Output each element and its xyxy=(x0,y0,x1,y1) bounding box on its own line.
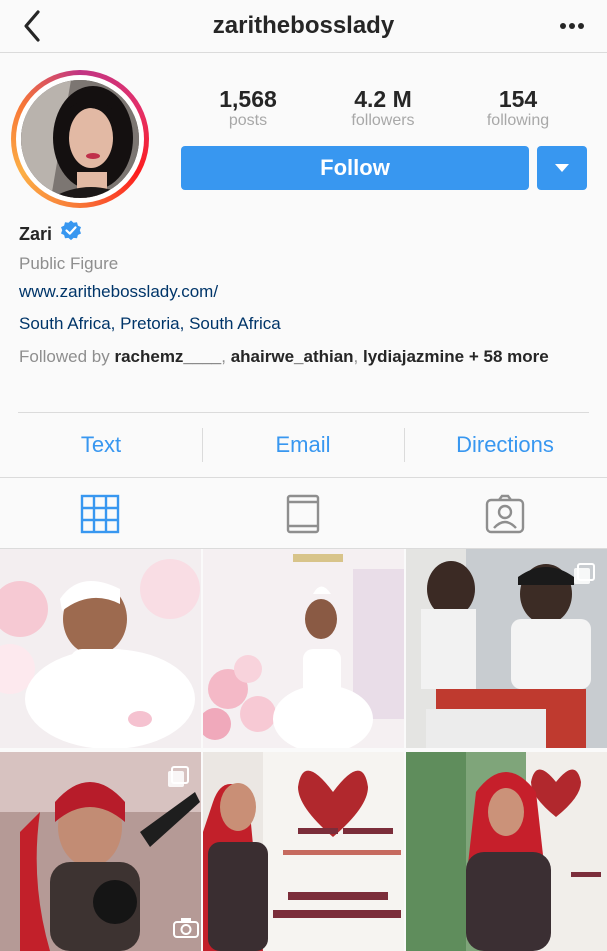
follow-button[interactable]: Follow xyxy=(181,146,529,190)
profile-photo xyxy=(21,80,139,198)
top-bar: zarithebosslady xyxy=(0,0,607,53)
followed-by-text[interactable]: Followed by rachemz____, ahairwe_athian,… xyxy=(19,346,579,368)
divider xyxy=(404,428,405,462)
post-thumbnail[interactable] xyxy=(203,752,404,951)
multiple-photos-icon xyxy=(168,766,189,787)
divider xyxy=(18,412,589,413)
profile-username: zarithebosslady xyxy=(212,12,395,39)
following-count[interactable]: 154 following xyxy=(458,86,578,130)
grid-icon[interactable] xyxy=(80,494,120,534)
igtv-icon[interactable] xyxy=(283,494,323,534)
profile-website-link[interactable]: www.zarithebosslady.com/ xyxy=(19,282,218,302)
divider xyxy=(202,428,203,462)
profile-address[interactable]: South Africa, Pretoria, South Africa xyxy=(19,314,281,334)
post-thumbnail[interactable] xyxy=(406,752,607,951)
post-thumbnail[interactable] xyxy=(0,752,201,951)
camera-icon xyxy=(173,918,199,938)
text-button[interactable]: Text xyxy=(6,432,196,458)
divider xyxy=(0,477,607,478)
post-thumbnail[interactable] xyxy=(203,549,404,748)
profile-name: Zari xyxy=(19,224,53,244)
followers-count[interactable]: 4.2 M followers xyxy=(323,86,443,130)
tagged-icon[interactable] xyxy=(485,494,525,534)
profile-category: Public Figure xyxy=(19,254,119,273)
posts-grid xyxy=(0,549,607,951)
post-thumbnail[interactable] xyxy=(0,549,201,748)
email-button[interactable]: Email xyxy=(208,432,398,458)
chevron-down-icon xyxy=(555,164,569,172)
verified-badge-icon xyxy=(61,220,81,241)
suggestions-dropdown-button[interactable] xyxy=(537,146,587,190)
post-thumbnail[interactable] xyxy=(406,549,607,748)
directions-button[interactable]: Directions xyxy=(410,432,600,458)
avatar[interactable] xyxy=(11,70,149,208)
posts-count[interactable]: 1,568 posts xyxy=(188,86,308,130)
more-options-icon[interactable] xyxy=(559,22,585,30)
multiple-photos-icon xyxy=(574,563,595,584)
